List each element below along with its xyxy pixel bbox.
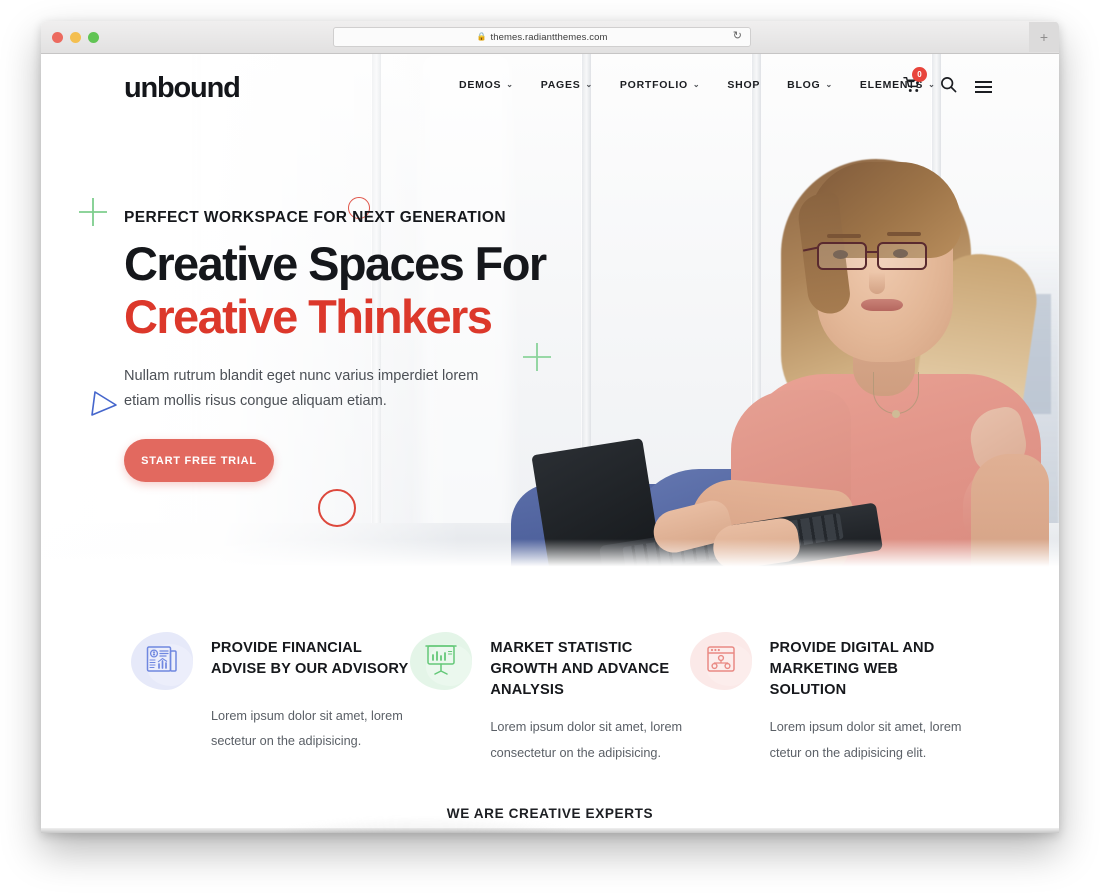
person-mouth	[861, 299, 903, 311]
feature-title: PROVIDE FINANCIAL ADVISE BY OUR ADVISORY	[211, 640, 409, 678]
chevron-down-icon: ⌄	[692, 80, 701, 89]
nav-label: PAGES	[540, 79, 581, 91]
nav-label: PORTFOLIO	[619, 79, 688, 91]
feature-icon-container	[410, 632, 473, 690]
main-navigation: DEMOS ⌄ PAGES ⌄ PORTFOLIO ⌄ SHOP BLOG ⌄	[459, 79, 936, 91]
feature-description: Lorem ipsum dolor sit amet, lorem sectet…	[211, 709, 403, 749]
hero-title-line-2: Creative Thinkers	[124, 290, 493, 343]
feature-title: MARKET STATISTIC GROWTH AND ADVANCE ANAL…	[490, 640, 670, 699]
minimize-window-button[interactable]	[70, 32, 81, 43]
nav-item-shop[interactable]: SHOP	[727, 79, 760, 91]
browser-window: 🔒 themes.radiantthemes.com ↻ + unbound D…	[41, 21, 1059, 833]
hero-title-line-1: Creative Spaces For	[124, 237, 547, 290]
feature-card-digital-marketing: PROVIDE DIGITAL AND MARKETING WEB SOLUTI…	[689, 632, 969, 766]
person-nose	[869, 272, 885, 294]
lock-icon: 🔒	[476, 32, 487, 41]
feature-card-market-statistic: MARKET STATISTIC GROWTH AND ADVANCE ANAL…	[410, 632, 689, 766]
feature-description: Lorem ipsum dolor sit amet, lorem ctetur…	[769, 720, 962, 760]
search-icon	[941, 77, 957, 93]
hero-eyebrow-text: PERFECT WORKSPACE FOR NEXT GENERATION	[124, 209, 506, 226]
chevron-down-icon: ⌄	[506, 80, 514, 89]
url-text: themes.radiantthemes.com	[490, 31, 608, 43]
presentation-chart-icon	[424, 642, 458, 681]
chevron-down-icon: ⌄	[825, 80, 833, 89]
menu-line	[975, 91, 992, 93]
page-viewport: unbound DEMOS ⌄ PAGES ⌄ PORTFOLIO ⌄ SHOP	[41, 54, 1059, 833]
cart-count-badge: 0	[912, 67, 927, 82]
nav-item-portfolio[interactable]: PORTFOLIO ⌄	[620, 79, 700, 91]
nav-item-demos[interactable]: DEMOS ⌄	[459, 79, 514, 91]
nav-label: DEMOS	[459, 79, 502, 91]
person-pendant	[892, 410, 900, 418]
feature-card-financial-advise: PROVIDE FINANCIAL ADVISE BY OUR ADVISORY…	[131, 632, 410, 766]
reload-icon[interactable]: ↻	[733, 31, 742, 42]
search-button[interactable]	[940, 76, 957, 98]
header-actions: 0	[903, 67, 992, 98]
start-free-trial-button[interactable]: START FREE TRIAL	[124, 439, 274, 483]
newspaper-finance-icon	[145, 643, 179, 680]
person-glasses-icon	[802, 242, 935, 272]
page-bottom-edge	[41, 828, 1059, 833]
browser-chrome: 🔒 themes.radiantthemes.com ↻ +	[41, 21, 1059, 54]
feature-icon-container	[689, 632, 752, 690]
feature-icon-container	[131, 632, 193, 690]
section-heading: WE ARE CREATIVE EXPERTS	[446, 806, 654, 821]
feature-title: PROVIDE DIGITAL AND MARKETING WEB SOLUTI…	[769, 640, 935, 699]
hero-description: Nullam rutrum blandit eget nunc varius i…	[124, 368, 479, 410]
maximize-window-button[interactable]	[88, 32, 99, 43]
features-section: PROVIDE FINANCIAL ADVISE BY OUR ADVISORY…	[41, 632, 1059, 766]
menu-line	[975, 81, 992, 83]
hero-content: PERFECT WORKSPACE FOR NEXT GENERATION Cr…	[124, 209, 554, 483]
url-display: 🔒 themes.radiantthemes.com	[476, 32, 607, 43]
browser-network-icon	[705, 643, 737, 680]
nav-label: BLOG	[787, 79, 821, 91]
address-bar[interactable]: 🔒 themes.radiantthemes.com ↻	[333, 27, 751, 47]
close-window-button[interactable]	[52, 32, 63, 43]
hamburger-menu-button[interactable]	[975, 78, 992, 96]
new-tab-label: +	[1039, 29, 1049, 45]
chevron-down-icon: ⌄	[585, 80, 593, 89]
site-logo[interactable]: unbound	[124, 72, 241, 105]
nav-item-blog[interactable]: BLOG ⌄	[787, 79, 833, 91]
cart-button[interactable]: 0	[903, 67, 927, 98]
window-controls[interactable]	[52, 32, 99, 43]
site-header: unbound DEMOS ⌄ PAGES ⌄ PORTFOLIO ⌄ SHOP	[41, 54, 1059, 114]
new-tab-button[interactable]: +	[1029, 22, 1059, 52]
menu-line	[975, 86, 992, 88]
nav-label: SHOP	[727, 79, 761, 91]
nav-item-pages[interactable]: PAGES ⌄	[541, 79, 593, 91]
feature-description: Lorem ipsum dolor sit amet, lorem consec…	[490, 720, 683, 760]
